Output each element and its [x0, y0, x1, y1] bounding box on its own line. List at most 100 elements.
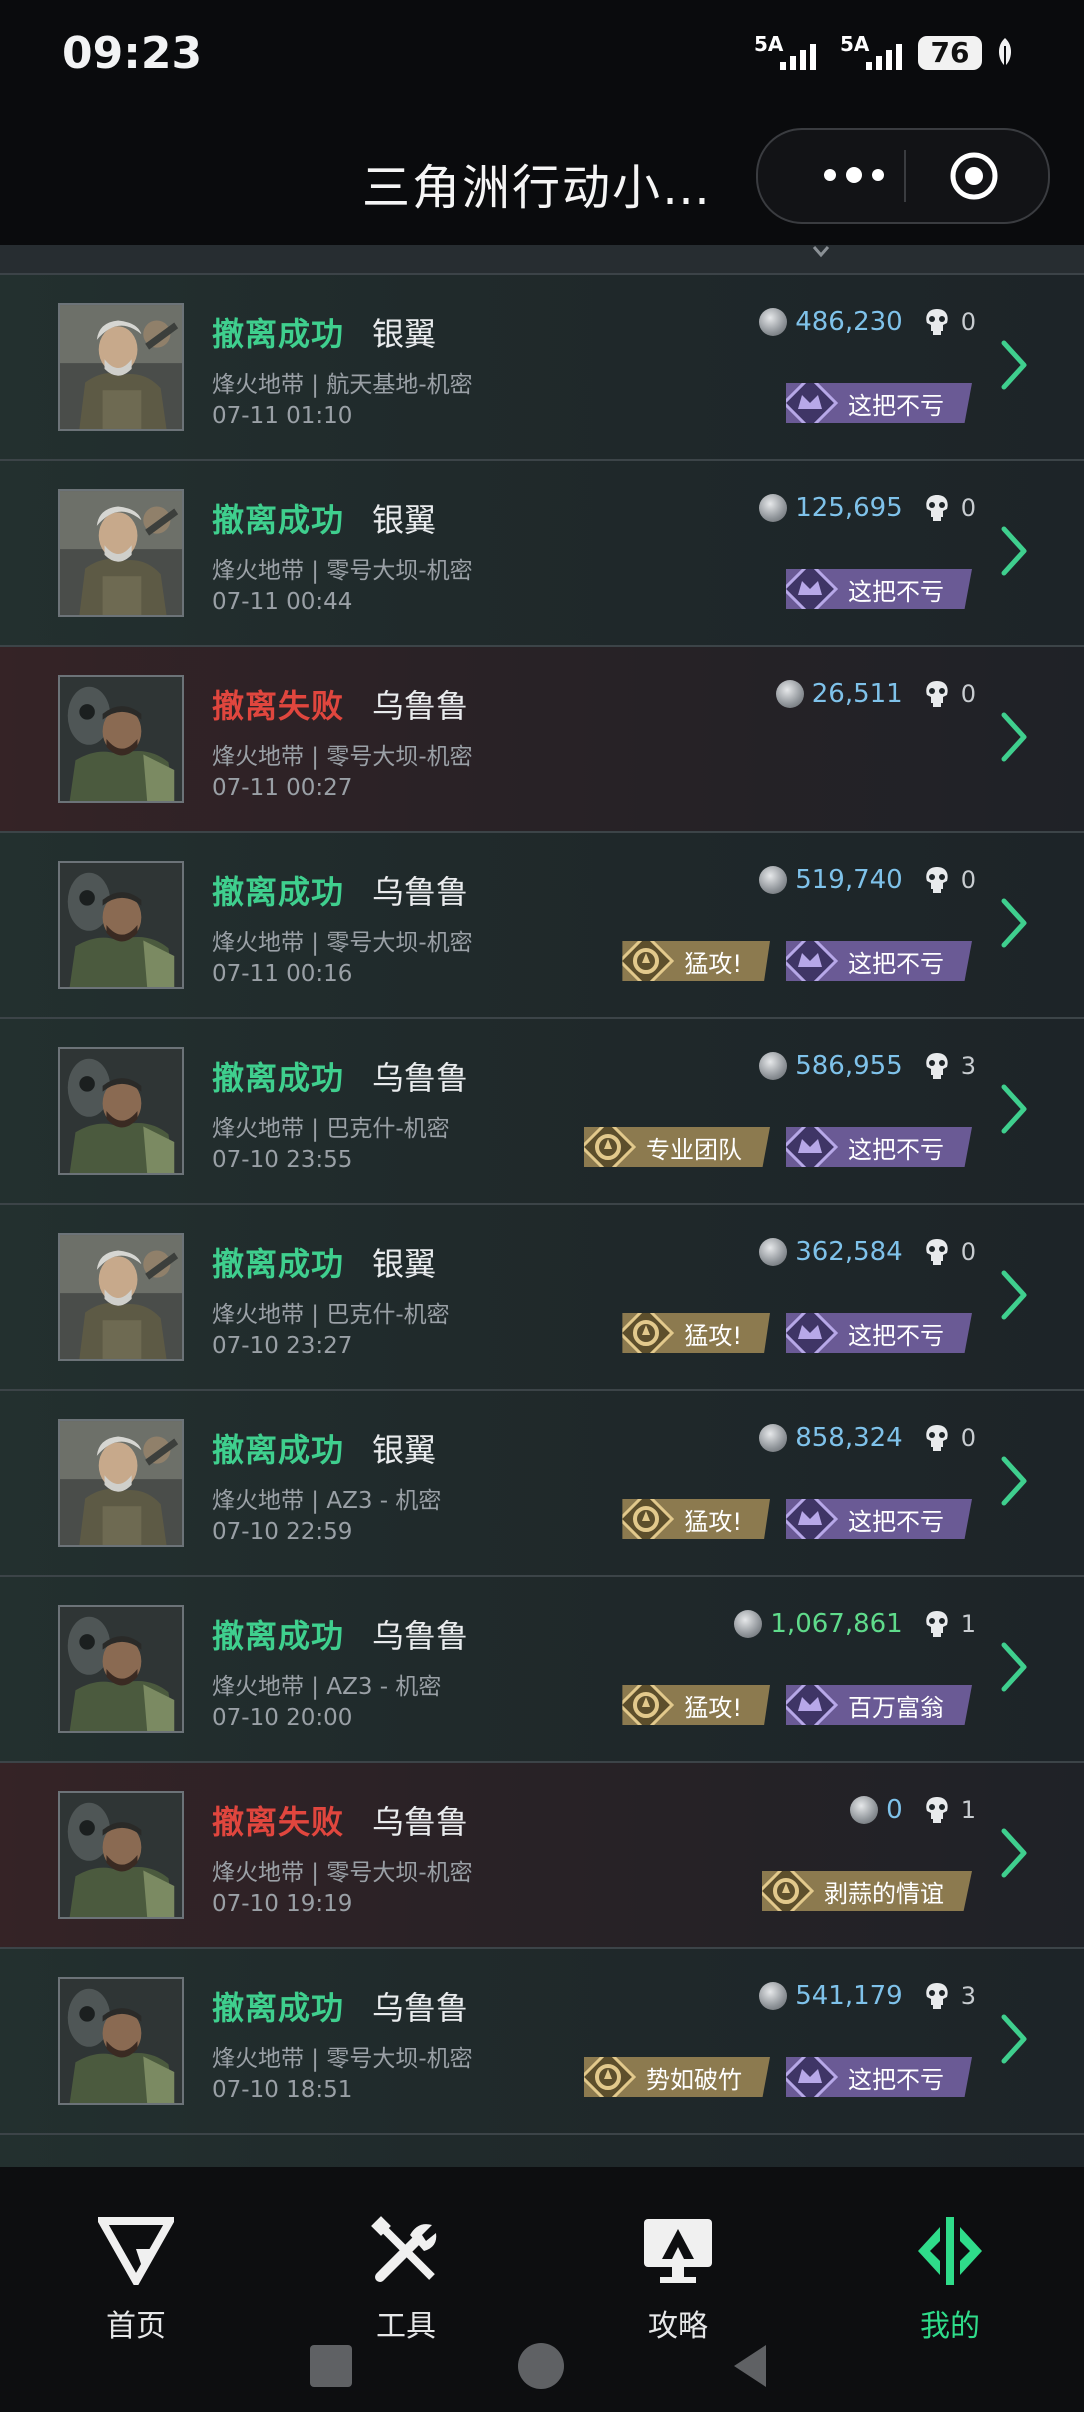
- coin-icon: [759, 1238, 788, 1266]
- operator-avatar: [58, 675, 184, 803]
- chevron-right-icon[interactable]: [1000, 1641, 1028, 1693]
- bottom-nav: 首页 工具 攻略 我的: [0, 2167, 1084, 2412]
- badge-purple: 这把不亏: [786, 1499, 972, 1539]
- value-amount: 362,584: [795, 1237, 903, 1267]
- kill-count: 0: [960, 494, 976, 522]
- record-row[interactable]: 撤离成功 乌鲁鲁 烽火地带 | AZ3 - 机密 07-10 20:00 1,067,8…: [0, 1577, 1084, 1763]
- back-button[interactable]: [730, 2343, 770, 2389]
- badge-label: 猛攻!: [684, 1693, 742, 1722]
- operator-avatar: [58, 489, 184, 617]
- status-bar: 09:23 5A 5A 76: [0, 0, 1084, 110]
- badge-gold: 猛攻!: [622, 1685, 770, 1725]
- delta-logo-icon: [98, 2217, 174, 2285]
- badge-label: 猛攻!: [684, 1321, 742, 1350]
- crown-emblem-icon: [786, 1685, 838, 1725]
- record-list[interactable]: 撤离成功 银翼 烽火地带 | 航天基地-机密 07-11 01:10 486,230 0 这…: [0, 245, 1084, 2167]
- coin-icon: [759, 866, 788, 894]
- operator-avatar: [58, 1605, 184, 1733]
- tools-icon: [371, 2216, 437, 2282]
- chevron-right-icon[interactable]: [1000, 897, 1028, 949]
- achievement-badges: 这把不亏: [786, 569, 972, 609]
- value-amount: 1,067,861: [770, 1609, 903, 1639]
- chevron-right-icon[interactable]: [1000, 2013, 1028, 2065]
- guide-monitor-icon: [644, 2219, 712, 2283]
- badge-purple: 这把不亏: [786, 941, 972, 981]
- nav-guide-label: 攻略: [648, 2309, 708, 2344]
- chevron-right-icon[interactable]: [1000, 711, 1028, 763]
- achievement-badges: 专业团队 这把不亏: [584, 1127, 972, 1167]
- operator-name: 银翼: [372, 1245, 437, 1283]
- badge-gold: 势如破竹: [584, 2057, 770, 2097]
- chevron-right-icon[interactable]: [1000, 1827, 1028, 1879]
- badge-gold: 专业团队: [584, 1127, 770, 1167]
- skull-icon: [926, 1053, 948, 1079]
- home-button[interactable]: [518, 2343, 564, 2389]
- achievement-badges: 这把不亏: [786, 383, 972, 423]
- record-row[interactable]: 撤离成功 银翼 烽火地带 | 零号大坝-机密 07-11 00:44 125,695 0 这…: [0, 461, 1084, 647]
- badge-label: 猛攻!: [684, 949, 742, 978]
- badge-purple: 这把不亏: [786, 1313, 972, 1353]
- record-row[interactable]: 撤离成功 乌鲁鲁 烽火地带 | 零号大坝-机密 07-10 18:51 541,179 3…: [0, 1949, 1084, 2135]
- kill-count: 1: [960, 1796, 976, 1824]
- extraction-status: 撤离成功: [212, 501, 345, 539]
- close-target-icon[interactable]: [948, 150, 1000, 202]
- skull-icon: [926, 309, 948, 335]
- chevron-right-icon[interactable]: [1000, 1455, 1028, 1507]
- nav-guide[interactable]: 攻略: [608, 2215, 748, 2345]
- nav-home[interactable]: 首页: [66, 2215, 206, 2345]
- kill-count: 1: [960, 1610, 976, 1638]
- chevron-right-icon[interactable]: [1000, 525, 1028, 577]
- coin-icon: [850, 1796, 879, 1824]
- loot-value: 858,324 0: [759, 1423, 976, 1453]
- map-name: 烽火地带 | 零号大坝-机密: [212, 2046, 473, 2072]
- badge-label: 这把不亏: [848, 949, 944, 978]
- match-time: 07-10 18:51: [212, 2077, 353, 2103]
- badge-label: 势如破竹: [646, 2065, 742, 2094]
- skull-icon: [926, 495, 948, 521]
- more-icon[interactable]: [814, 152, 894, 198]
- clock: 09:23: [62, 28, 203, 79]
- medal-emblem-icon: [762, 1871, 814, 1911]
- chevron-right-icon[interactable]: [1000, 339, 1028, 391]
- record-row[interactable]: 撤离成功 银翼 烽火地带 | 航天基地-机密 07-11 01:10 486,230 0 这…: [0, 275, 1084, 461]
- crown-emblem-icon: [786, 1127, 838, 1167]
- operator-avatar: [58, 1791, 184, 1919]
- operator-name: 乌鲁鲁: [372, 1059, 469, 1097]
- coin-icon: [775, 680, 804, 708]
- record-row[interactable]: 撤离失败 乌鲁鲁 烽火地带 | 零号大坝-机密 07-11 00:27 26,511 0: [0, 647, 1084, 833]
- extraction-status: 撤离成功: [212, 1617, 345, 1655]
- miniprogram-capsule: [756, 128, 1050, 224]
- record-row[interactable]: 撤离成功 银翼 烽火地带 | AZ3 - 机密 07-10 22:59 858,324 0…: [0, 1391, 1084, 1577]
- crown-emblem-icon: [786, 383, 838, 423]
- value-amount: 541,179: [795, 1981, 903, 2011]
- nav-profile[interactable]: 我的: [880, 2215, 1020, 2345]
- loot-value: 486,230 0: [759, 307, 976, 337]
- value-amount: 125,695: [795, 493, 903, 523]
- match-time: 07-11 00:44: [212, 589, 353, 615]
- operator-name: 银翼: [372, 315, 437, 353]
- operator-name: 乌鲁鲁: [372, 1617, 469, 1655]
- achievement-badges: 猛攻! 这把不亏: [622, 941, 972, 981]
- chevron-right-icon[interactable]: [1000, 1269, 1028, 1321]
- crown-emblem-icon: [786, 1499, 838, 1539]
- value-amount: 26,511: [811, 679, 903, 709]
- badge-label: 这把不亏: [848, 1321, 944, 1350]
- capsule-divider: [904, 150, 906, 202]
- loot-value: 26,511 0: [775, 679, 976, 709]
- nav-tools[interactable]: 工具: [336, 2215, 476, 2345]
- record-row[interactable]: 撤离成功 乌鲁鲁 烽火地带 | 巴克什-机密 07-10 23:55 586,955 3 专…: [0, 1019, 1084, 1205]
- badge-gold: 猛攻!: [622, 941, 770, 981]
- match-time: 07-10 22:59: [212, 1519, 353, 1545]
- record-row[interactable]: 撤离失败 乌鲁鲁 烽火地带 | 零号大坝-机密 07-10 19:19 0 1 剥蒜的情谊: [0, 1763, 1084, 1949]
- value-amount: 519,740: [795, 865, 903, 895]
- loot-value: 125,695 0: [759, 493, 976, 523]
- recent-apps-button[interactable]: [310, 2345, 352, 2387]
- record-row[interactable]: 撤离成功 银翼 烽火地带 | 巴克什-机密 07-10 23:27 362,584 0 猛攻…: [0, 1205, 1084, 1391]
- kill-count: 3: [960, 1052, 976, 1080]
- extraction-status: 撤离成功: [212, 873, 345, 911]
- crown-emblem-icon: [786, 941, 838, 981]
- badge-label: 这把不亏: [848, 1507, 944, 1536]
- record-row[interactable]: 撤离成功 乌鲁鲁 烽火地带 | 零号大坝-机密 07-11 00:16 519,740 0…: [0, 833, 1084, 1019]
- value-amount: 0: [886, 1795, 903, 1825]
- chevron-right-icon[interactable]: [1000, 1083, 1028, 1135]
